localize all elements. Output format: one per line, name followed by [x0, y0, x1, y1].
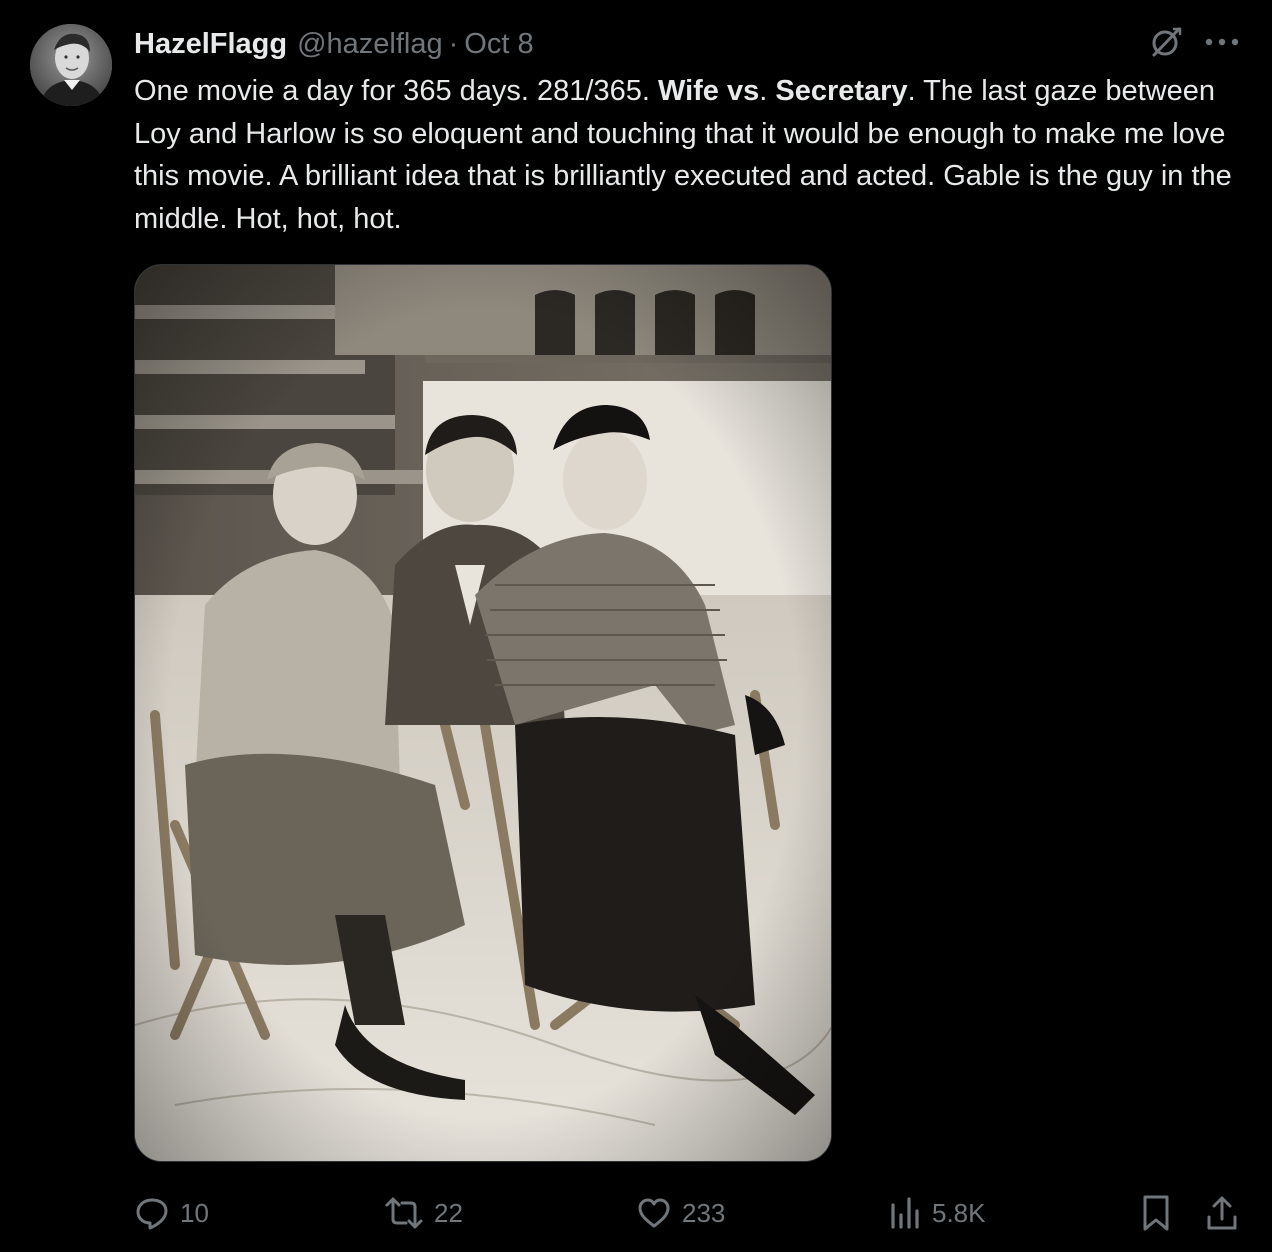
avatar-photo: [30, 24, 112, 106]
like-button[interactable]: 233: [636, 1188, 725, 1238]
post-image[interactable]: [134, 264, 832, 1162]
photo-illustration: [135, 265, 831, 1161]
repost-count: 22: [434, 1197, 463, 1228]
post-text-part: One movie a day for 365 days. 281/365.: [134, 75, 658, 107]
bookmark-button[interactable]: [1138, 1188, 1174, 1238]
grok-button[interactable]: [1146, 22, 1186, 62]
action-bar: 10 22 233 5.8K: [0, 1188, 1272, 1238]
share-icon: [1207, 1196, 1237, 1230]
post-text-part: .: [759, 75, 776, 107]
post-text-bold: Secretary: [775, 75, 908, 107]
display-name[interactable]: HazelFlagg: [134, 28, 287, 61]
bookmark-icon: [1143, 1195, 1169, 1231]
more-icon: [1205, 38, 1239, 46]
post: HazelFlagg @hazelflag · Oct 8 One movie …: [0, 0, 1272, 1252]
separator: ·: [448, 27, 459, 60]
grok-icon: [1152, 27, 1182, 57]
share-button[interactable]: [1204, 1188, 1240, 1238]
reply-button[interactable]: 10: [134, 1188, 209, 1238]
like-count: 233: [682, 1197, 726, 1228]
views-count: 5.8K: [932, 1197, 986, 1228]
post-text: One movie a day for 365 days. 281/365. W…: [134, 70, 1244, 240]
post-timestamp[interactable]: Oct 8: [464, 28, 533, 61]
post-text-bold: Wife vs: [657, 75, 760, 107]
repost-button[interactable]: 22: [384, 1188, 463, 1238]
avatar[interactable]: [30, 24, 112, 106]
reply-count: 10: [180, 1197, 209, 1228]
user-handle[interactable]: @hazelflag: [297, 28, 443, 61]
reply-icon: [136, 1198, 168, 1230]
repost-icon: [385, 1197, 423, 1229]
post-header: HazelFlagg @hazelflag · Oct 8: [134, 26, 534, 62]
views-button[interactable]: 5.8K: [888, 1188, 986, 1238]
more-button[interactable]: [1200, 22, 1244, 62]
like-icon: [638, 1198, 670, 1228]
views-icon: [891, 1197, 919, 1229]
